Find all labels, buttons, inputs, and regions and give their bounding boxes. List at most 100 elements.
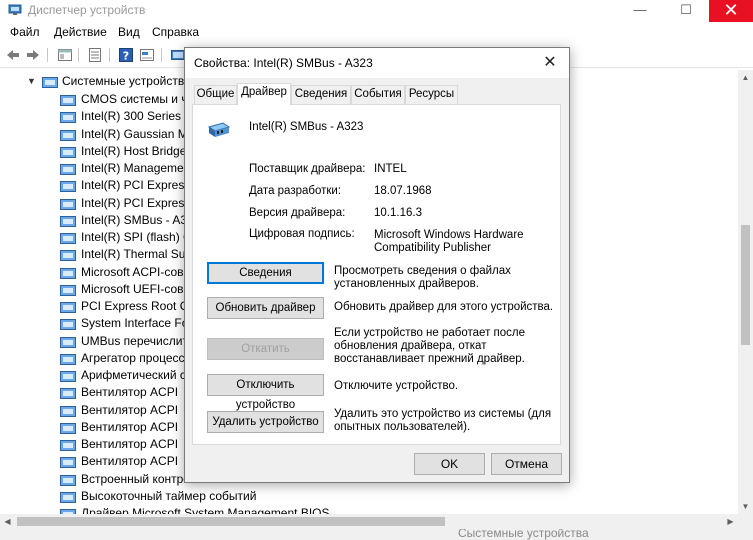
window-title: Диспетчер устройств (28, 3, 146, 17)
tab-details[interactable]: Сведения (291, 85, 351, 104)
horizontal-scroll-thumb[interactable] (17, 517, 445, 526)
device-label: Microsoft ACPI-совм (81, 265, 192, 279)
driver-details-button[interactable]: Сведения (207, 262, 324, 284)
tree-category-system-devices[interactable]: ▼ Системные устройства (0, 73, 191, 90)
tab-general[interactable]: Общие (194, 85, 237, 104)
tree-device-item[interactable]: Высокоточный таймер событий (60, 488, 460, 505)
system-device-icon (60, 147, 76, 158)
device-manager-icon (8, 4, 22, 15)
vertical-scrollbar[interactable]: ▲ ▼ (738, 70, 753, 514)
scroll-right-icon[interactable]: ▶ (723, 514, 738, 529)
cancel-button[interactable]: Отмена (491, 453, 562, 475)
device-label: Intel(R) SMBus - A32 (81, 213, 194, 227)
maximize-button[interactable]: ☐ (663, 0, 709, 22)
system-device-icon (60, 130, 76, 141)
device-label: UMBus перечислит (81, 334, 188, 348)
driver-details-desc: Просмотреть сведения о файлах установлен… (334, 265, 511, 290)
minimize-button[interactable]: — (617, 0, 663, 22)
system-device-icon (60, 216, 76, 227)
dialog-close-icon[interactable]: ✕ (539, 52, 561, 74)
horizontal-scrollbar[interactable]: ◀ ▶ (0, 514, 738, 529)
toolbar-separator (78, 48, 79, 62)
system-device-icon (60, 457, 76, 468)
menu-file[interactable]: Файл (10, 25, 40, 39)
device-label: Агрегатор процесс (81, 351, 185, 365)
scroll-up-icon[interactable]: ▲ (738, 70, 753, 85)
device-label: Intel(R) Thermal Sub (81, 247, 193, 261)
tab-driver[interactable]: Драйвер (237, 83, 291, 105)
system-device-icon (60, 233, 76, 244)
device-properties-icon[interactable] (139, 47, 155, 63)
forward-arrow-icon[interactable] (25, 47, 41, 63)
tree-device-item[interactable]: Драйвер Microsoft System Management BIOS (60, 505, 460, 514)
system-devices-folder-icon (42, 77, 58, 88)
device-label: Встроенный контро (81, 472, 190, 486)
system-device-icon (60, 164, 76, 175)
system-device-icon (60, 268, 76, 279)
dialog-title: Свойства: Intel(R) SMBus - A323 (194, 56, 373, 70)
system-device-icon (60, 199, 76, 210)
tab-resources[interactable]: Ресурсы (405, 85, 458, 104)
system-device-icon (60, 388, 76, 399)
uninstall-device-button[interactable]: Удалить устройство (207, 411, 324, 433)
close-button[interactable]: ✕ (709, 0, 753, 22)
help-icon[interactable]: ? (118, 47, 134, 63)
device-label: Intel(R) Gaussian Mi (81, 127, 191, 141)
system-device-icon (60, 423, 76, 434)
menu-help[interactable]: Справка (152, 25, 199, 39)
driver-date-label: Дата разработки: (249, 185, 342, 197)
device-label: CMOS системы и ч (81, 92, 188, 106)
driver-version-value: 10.1.16.3 (374, 207, 422, 219)
scroll-thumb[interactable] (741, 225, 750, 345)
rollback-driver-desc: Если устройство не работает после обновл… (334, 327, 526, 365)
system-device-icon (60, 302, 76, 313)
update-driver-desc: Обновить драйвер для этого устройства. (334, 301, 554, 313)
tab-events[interactable]: События (351, 85, 405, 104)
system-device-icon (60, 181, 76, 192)
digital-signature-label: Цифровая подпись: (249, 228, 355, 240)
digital-signature-value: Microsoft Windows Hardware Compatibility… (374, 229, 524, 254)
device-label: Microsoft UEFI-совм (81, 282, 192, 296)
device-label: Вентилятор ACPI (81, 403, 179, 417)
chevron-down-icon[interactable]: ▼ (27, 73, 36, 90)
menu-action[interactable]: Действие (54, 25, 107, 39)
device-label: Intel(R) SPI (flash) Co (81, 230, 199, 244)
system-device-icon (60, 406, 76, 417)
device-label: Драйвер Microsoft System Management BIOS (81, 506, 330, 514)
category-label: Системные устройства (62, 74, 191, 88)
device-label: Вентилятор ACPI (81, 454, 179, 468)
system-device-icon (60, 95, 76, 106)
scroll-left-icon[interactable]: ◀ (0, 514, 15, 529)
update-driver-button[interactable]: Обновить драйвер (207, 297, 324, 319)
properties-window-icon[interactable] (57, 47, 73, 63)
properties-dialog: Свойства: Intel(R) SMBus - A323 ✕ Общие … (184, 47, 570, 483)
device-label: Арифметический с (81, 368, 186, 382)
toolbar-separator (109, 48, 110, 62)
title-bar: Диспетчер устройств — ☐ ✕ (0, 0, 753, 22)
list-view-icon[interactable] (87, 47, 103, 63)
driver-date-value: 18.07.1968 (374, 185, 432, 197)
scrollbar-corner (738, 514, 753, 529)
system-device-icon (60, 440, 76, 451)
system-device-icon (60, 354, 76, 365)
back-arrow-icon[interactable] (5, 47, 21, 63)
device-label: Вентилятор ACPI (81, 385, 179, 399)
system-device-icon (60, 285, 76, 296)
device-label: PCI Express Root Co (81, 299, 196, 313)
menu-bar: Файл Действие Вид Справка (0, 22, 753, 42)
dialog-title-bar[interactable]: Свойства: Intel(R) SMBus - A323 ✕ (185, 48, 569, 78)
status-bar: Сыстемные устройства (0, 529, 753, 540)
rollback-driver-button[interactable]: Откатить (207, 338, 324, 360)
scroll-down-icon[interactable]: ▼ (738, 499, 753, 514)
disable-device-button[interactable]: Отключить устройство (207, 374, 324, 411)
device-label: Intel(R) 300 Series Ch (81, 109, 200, 123)
device-label: Intel(R) Host Bridge/ (81, 144, 190, 158)
svg-text:?: ? (123, 50, 129, 63)
system-device-icon (60, 337, 76, 348)
ok-button[interactable]: OK (414, 453, 485, 475)
device-label: Вентилятор ACPI (81, 420, 179, 434)
system-device-icon (60, 475, 76, 486)
uninstall-device-desc: Удалить это устройство из системы (для о… (334, 408, 552, 433)
menu-view[interactable]: Вид (118, 25, 140, 39)
system-device-icon (60, 492, 76, 503)
